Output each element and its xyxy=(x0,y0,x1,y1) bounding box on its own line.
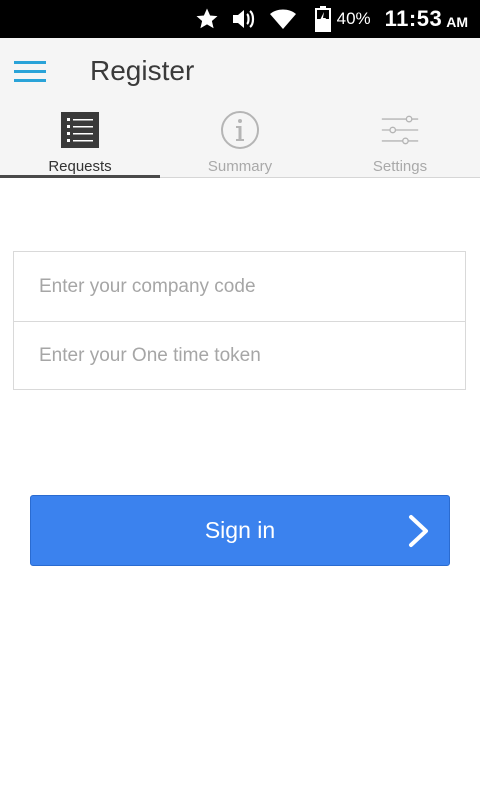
battery-percent: 40% xyxy=(336,9,371,28)
clock-ampm: AM xyxy=(446,13,468,30)
volume-icon xyxy=(231,7,257,31)
tab-requests[interactable]: Requests xyxy=(0,104,160,178)
status-bar: 40% 11:53 AM xyxy=(0,0,480,38)
sliders-icon xyxy=(380,110,420,150)
tab-settings-label: Settings xyxy=(372,158,428,175)
one-time-token-input[interactable] xyxy=(14,321,465,390)
sign-in-button[interactable]: Sign in xyxy=(30,495,450,566)
list-icon xyxy=(60,110,100,150)
sign-in-label: Sign in xyxy=(204,517,276,543)
app-bar: Register xyxy=(0,38,480,104)
company-code-input[interactable] xyxy=(14,252,465,321)
star-icon xyxy=(195,7,219,31)
tab-summary[interactable]: Summary xyxy=(160,104,320,177)
battery-charging-icon xyxy=(314,6,331,32)
clock-time: 11:53 xyxy=(384,6,443,31)
wifi-icon xyxy=(269,8,297,30)
info-icon xyxy=(220,110,260,150)
login-form xyxy=(13,251,466,390)
tab-requests-label: Requests xyxy=(48,158,112,175)
hamburger-menu-icon[interactable] xyxy=(0,38,60,104)
tab-settings[interactable]: Settings xyxy=(320,104,480,177)
chevron-right-icon xyxy=(407,514,431,548)
tab-summary-label: Summary xyxy=(207,158,273,175)
page-title: Register xyxy=(90,55,195,86)
tab-bar: Requests Summary Settings xyxy=(0,104,480,178)
